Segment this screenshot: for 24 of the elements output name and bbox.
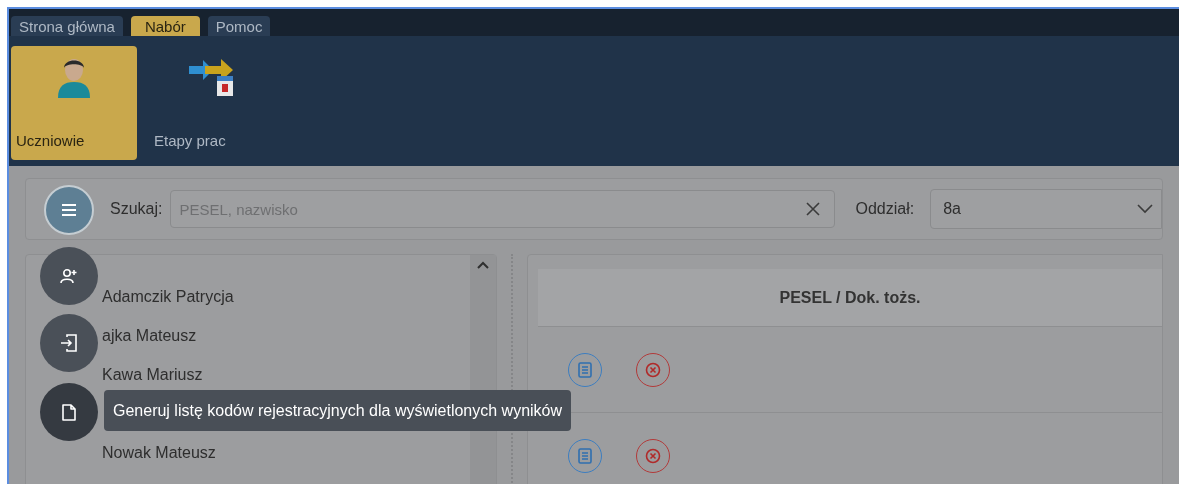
ribbon-button[interactable]: Etapy prac	[149, 46, 275, 160]
file-icon	[62, 403, 76, 421]
tab[interactable]: Pomoc	[207, 16, 271, 36]
import-icon	[60, 334, 78, 352]
student-item[interactable]: Adamczik Patrycja	[102, 277, 234, 316]
class-dropdown[interactable]: 8a	[930, 189, 1162, 229]
menu-icon	[61, 204, 77, 216]
document-icon	[578, 448, 592, 464]
student-item[interactable]: Nowak Mateusz	[102, 433, 216, 472]
class-label: Oddział:	[855, 199, 915, 219]
ribbon-button[interactable]: Uczniowie	[11, 46, 137, 160]
clear-icon[interactable]	[805, 201, 822, 217]
tooltip: Generuj listę kodów rejestracyjnych dla wyświetlonych wyników	[104, 390, 572, 431]
search-label: Szukaj:	[110, 199, 163, 219]
column-header: PESEL / Dok. tożs.	[538, 269, 1162, 327]
scroll-up-icon[interactable]	[477, 261, 489, 269]
cancel-icon	[645, 448, 661, 464]
student-item[interactable]: ajka Mateusz	[102, 316, 197, 355]
document-icon	[578, 361, 592, 378]
cancel-icon	[645, 361, 661, 378]
add-person-icon	[60, 268, 78, 284]
chevron-down-icon	[1137, 204, 1153, 214]
tab[interactable]: Strona główna	[11, 16, 123, 36]
tab[interactable]: Nabór	[130, 16, 200, 36]
